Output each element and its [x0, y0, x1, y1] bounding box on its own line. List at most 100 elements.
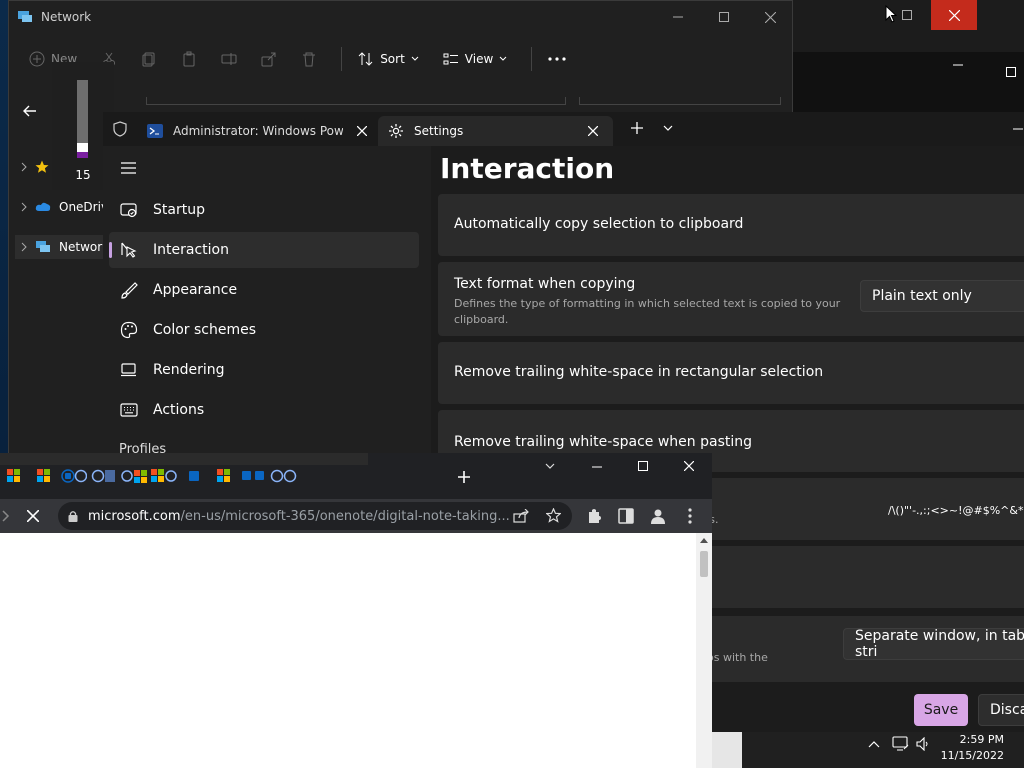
tab-microsoft[interactable]: [210, 465, 238, 487]
share-icon[interactable]: [513, 509, 529, 523]
sidebar-item-appearance[interactable]: Appearance: [109, 272, 419, 308]
tab-linkedin[interactable]: [240, 465, 268, 487]
sidebar-item-label: Interaction: [153, 242, 229, 258]
maximize-button[interactable]: [701, 1, 747, 33]
powershell-icon: [147, 124, 163, 138]
forward-arrow-icon[interactable]: [2, 510, 10, 522]
tab-microsoft[interactable]: [120, 465, 148, 487]
monitor-icon: [119, 360, 139, 380]
startup-icon: [119, 200, 139, 220]
maximize-icon[interactable]: [1006, 67, 1016, 77]
scrollbar[interactable]: [696, 533, 712, 768]
view-button[interactable]: View: [443, 51, 507, 67]
add-icon: [29, 51, 45, 67]
new-tab-button[interactable]: [458, 471, 470, 483]
sidebar-item-interaction[interactable]: Interaction: [109, 232, 419, 268]
delete-button[interactable]: [301, 51, 317, 67]
sidebar-item-rendering[interactable]: Rendering: [109, 352, 419, 388]
address-bar[interactable]: microsoft.com /en-us/microsoft-365/oneno…: [58, 502, 572, 530]
clock-date: 11/15/2022: [940, 749, 1004, 762]
tab-microsoft[interactable]: [0, 465, 28, 487]
close-button[interactable]: [747, 1, 793, 33]
pinned-tabs: [0, 465, 298, 487]
menu-icon[interactable]: [688, 508, 692, 524]
shield-icon: [113, 121, 127, 137]
volume-slider[interactable]: [77, 80, 88, 158]
setting-copy-on-select[interactable]: Automatically copy selection to clipboar…: [438, 194, 1024, 256]
setting-label: Remove trailing white-space when pasting: [454, 434, 753, 450]
tab-label: Administrator: Windows Power: [173, 124, 343, 138]
text-format-dropdown[interactable]: Plain text only: [860, 280, 1024, 312]
hamburger-menu-icon[interactable]: [121, 162, 136, 174]
address-bar[interactable]: [146, 97, 566, 105]
new-tab-button[interactable]: [631, 122, 643, 134]
close-icon[interactable]: [684, 461, 694, 471]
close-button[interactable]: [931, 0, 977, 30]
close-icon[interactable]: [588, 126, 598, 136]
tree-item-quick-access[interactable]: [21, 155, 49, 179]
tab-settings[interactable]: Settings: [378, 116, 613, 146]
tab-search-icon[interactable]: [545, 463, 555, 469]
tab-powershell[interactable]: Administrator: Windows Power: [137, 116, 371, 146]
minimize-icon[interactable]: [592, 466, 602, 468]
stop-loading-icon[interactable]: [27, 510, 39, 522]
maximize-button[interactable]: [884, 0, 930, 30]
profile-icon[interactable]: [650, 508, 666, 524]
tab-linkedin[interactable]: [180, 465, 208, 487]
chevron-up-icon[interactable]: [868, 740, 880, 748]
taskbar-clock[interactable]: 2:59 PM 11/15/2022: [941, 732, 1004, 764]
scroll-up-arrow-icon[interactable]: [700, 538, 708, 543]
scrollbar-thumb[interactable]: [700, 551, 708, 577]
setting-label: Remove trailing white-space in rectangul…: [454, 364, 824, 380]
share-icon: [261, 51, 277, 67]
tab-microsoft[interactable]: [150, 465, 178, 487]
minimize-icon[interactable]: [1013, 128, 1023, 130]
maximize-icon[interactable]: [638, 461, 648, 471]
tree-item-label: Network: [59, 240, 110, 254]
star-icon[interactable]: [546, 508, 561, 523]
tab-label: Settings: [414, 124, 464, 138]
sidebar-item-label: Appearance: [153, 282, 238, 298]
volume-slider-thumb[interactable]: [77, 143, 88, 152]
chevron-down-icon: [411, 56, 419, 62]
tree-item-network[interactable]: Network: [15, 235, 113, 259]
network-icon: [17, 9, 33, 25]
minimize-button[interactable]: [655, 1, 701, 33]
sort-icon: [358, 51, 374, 67]
setting-trim-block-selection[interactable]: Remove trailing white-space in rectangul…: [438, 342, 1024, 404]
tab-linkedin[interactable]: [60, 465, 88, 487]
extensions-icon[interactable]: [586, 508, 602, 524]
sidebar-item-color-schemes[interactable]: Color schemes: [109, 312, 419, 348]
tab-mode-dropdown[interactable]: Separate window, in tab stri: [843, 628, 1024, 660]
tab-loading[interactable]: [270, 465, 298, 487]
side-panel-icon[interactable]: [618, 508, 634, 524]
discard-button[interactable]: Discar: [978, 694, 1024, 726]
paste-button[interactable]: [181, 51, 197, 67]
minimize-icon[interactable]: [953, 60, 963, 70]
word-delimiters-input[interactable]: /\()"'-.,:;<>~!@#$%^&*|: [888, 504, 1024, 517]
save-button[interactable]: Save: [914, 694, 968, 726]
interaction-icon: [119, 240, 139, 260]
tab-loading[interactable]: [90, 465, 118, 487]
speaker-icon[interactable]: [916, 737, 932, 751]
copy-button[interactable]: [141, 51, 157, 67]
tree-item-onedrive[interactable]: OneDrive: [21, 195, 115, 219]
search-box[interactable]: [579, 97, 781, 105]
sort-label: Sort: [380, 52, 405, 66]
tab-microsoft[interactable]: [30, 465, 58, 487]
network-status-icon[interactable]: [892, 736, 910, 752]
share-button[interactable]: [261, 51, 277, 67]
chevron-down-icon[interactable]: [663, 125, 673, 131]
palette-icon: [119, 320, 139, 340]
taskbar-app-button[interactable]: [712, 732, 742, 768]
more-options-button[interactable]: [548, 57, 566, 61]
close-icon[interactable]: [357, 126, 367, 136]
sidebar-item-label: Startup: [153, 202, 205, 218]
sort-button[interactable]: Sort: [358, 51, 419, 67]
page-viewport[interactable]: [0, 533, 712, 768]
sidebar-item-startup[interactable]: Startup: [109, 192, 419, 228]
browser-tab-strip: [0, 453, 712, 499]
back-arrow-icon[interactable]: [23, 105, 37, 117]
rename-button[interactable]: [221, 51, 237, 67]
sidebar-item-actions[interactable]: Actions: [109, 392, 419, 428]
